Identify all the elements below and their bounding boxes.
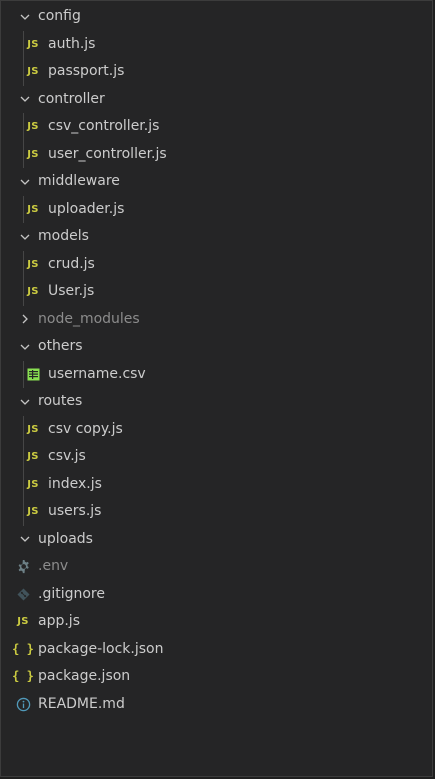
chevron-down-icon[interactable] — [17, 223, 33, 251]
file-passport-js[interactable]: JS passport.js — [1, 58, 432, 86]
file-package-json[interactable]: { } package.json — [1, 663, 432, 691]
chevron-down-icon[interactable] — [17, 526, 33, 554]
file-label: .gitignore — [38, 585, 105, 602]
file-label: uploader.js — [48, 200, 125, 217]
folder-middleware[interactable]: middleware — [1, 168, 432, 196]
file-auth-js[interactable]: JS auth.js — [1, 30, 432, 58]
folder-label: routes — [38, 393, 83, 409]
file-label: package-lock.json — [38, 640, 164, 657]
file-csv-js[interactable]: JS csv.js — [1, 443, 432, 471]
file-crud-js[interactable]: JS crud.js — [1, 250, 432, 278]
folder-uploads[interactable]: uploads — [1, 526, 432, 554]
file-readme-md[interactable]: README.md — [1, 691, 432, 719]
file-app-js[interactable]: JS app.js — [1, 608, 432, 636]
js-icon: JS — [17, 616, 29, 627]
file-label: README.md — [38, 695, 125, 712]
file-label: auth.js — [48, 35, 96, 52]
file-label: csv_controller.js — [48, 118, 160, 134]
info-icon — [14, 691, 32, 719]
file-env[interactable]: .env — [1, 553, 432, 581]
file-label: .env — [38, 558, 69, 574]
file-user-controller-js[interactable]: JS user_controller.js — [1, 140, 432, 168]
file-users-js[interactable]: JS users.js — [1, 498, 432, 526]
folder-controller[interactable]: controller — [1, 86, 432, 114]
file-label: app.js — [38, 613, 80, 629]
folder-label: models — [38, 228, 89, 244]
json-icon: { } — [12, 669, 34, 683]
file-label: passport.js — [48, 63, 125, 79]
folder-label: middleware — [38, 173, 120, 189]
file-label: crud.js — [48, 255, 95, 272]
folder-label: config — [38, 8, 81, 24]
folder-label: node_modules — [38, 310, 140, 327]
file-label: index.js — [48, 475, 102, 492]
chevron-down-icon[interactable] — [17, 388, 33, 416]
folder-label: uploads — [38, 530, 93, 547]
file-gitignore[interactable]: .gitignore — [1, 581, 432, 609]
js-icon: JS — [27, 258, 39, 270]
file-label: user_controller.js — [48, 145, 167, 162]
file-package-lock-json[interactable]: { } package-lock.json — [1, 636, 432, 664]
folder-routes[interactable]: routes — [1, 388, 432, 416]
file-uploader-js[interactable]: JS uploader.js — [1, 195, 432, 223]
file-label: users.js — [48, 503, 102, 519]
js-icon: JS — [27, 451, 39, 462]
json-icon: { } — [12, 641, 34, 656]
gear-icon — [14, 553, 32, 581]
folder-node-modules[interactable]: node_modules — [1, 306, 432, 334]
js-icon: JS — [27, 148, 39, 160]
git-icon — [14, 581, 32, 609]
file-index-js[interactable]: JS index.js — [1, 470, 432, 498]
file-label: csv.js — [48, 448, 86, 464]
folder-config[interactable]: config — [1, 3, 432, 31]
file-username-csv[interactable]: username.csv — [1, 360, 432, 389]
file-label: csv copy.js — [48, 420, 123, 437]
file-label: package.json — [38, 668, 131, 684]
folder-models[interactable]: models — [1, 223, 432, 251]
chevron-down-icon[interactable] — [17, 86, 33, 114]
js-icon: JS — [27, 286, 39, 297]
file-tree: config JS auth.js JS passport.js controller JS… — [1, 3, 432, 718]
chevron-down-icon[interactable] — [17, 333, 33, 361]
folder-label: others — [38, 338, 83, 354]
js-icon: JS — [27, 203, 39, 215]
js-icon: JS — [27, 423, 39, 435]
folder-label: controller — [38, 90, 105, 107]
chevron-down-icon[interactable] — [17, 168, 33, 196]
js-icon: JS — [27, 38, 39, 50]
file-explorer: config JS auth.js JS passport.js controller JS… — [0, 0, 433, 777]
file-csv-copy-js[interactable]: JS csv copy.js — [1, 415, 432, 443]
file-user-js[interactable]: JS User.js — [1, 278, 432, 306]
folder-others[interactable]: others — [1, 333, 432, 361]
file-label: User.js — [48, 283, 95, 299]
js-icon: JS — [27, 66, 39, 77]
chevron-down-icon[interactable] — [17, 3, 33, 31]
js-icon: JS — [27, 121, 39, 132]
csv-icon — [24, 361, 42, 389]
js-icon: JS — [27, 478, 39, 490]
file-csv-controller-js[interactable]: JS csv_controller.js — [1, 113, 432, 141]
chevron-right-icon[interactable] — [17, 306, 33, 334]
js-icon: JS — [27, 506, 39, 517]
file-label: username.csv — [48, 365, 146, 382]
